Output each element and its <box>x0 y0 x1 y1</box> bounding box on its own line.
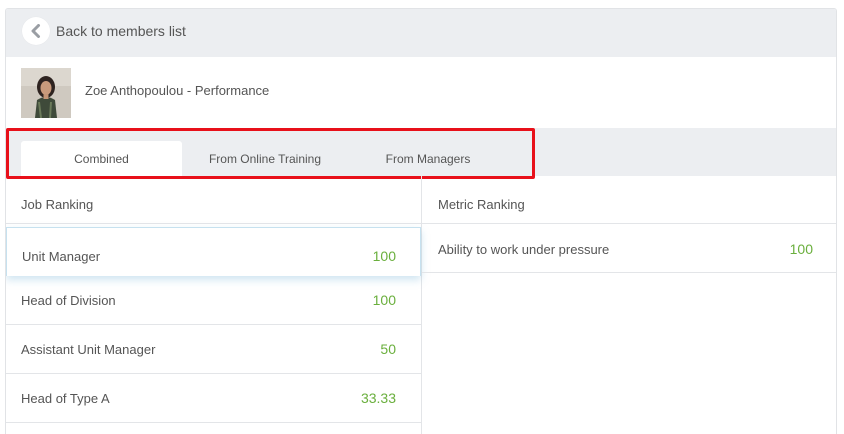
list-item[interactable]: Ability to work under pressure 100 <box>422 224 836 273</box>
back-label: Back to members list <box>56 23 186 39</box>
tab-combined[interactable]: Combined <box>21 141 182 176</box>
avatar <box>21 68 71 118</box>
metric-ranking-title: Metric Ranking <box>422 176 836 224</box>
job-name: Unit Manager <box>22 249 101 264</box>
list-item[interactable]: Head of Division 100 <box>6 276 421 325</box>
job-name: Head of Type A <box>21 391 110 406</box>
member-header: Zoe Anthopoulou - Performance <box>6 57 836 128</box>
job-score: 100 <box>372 292 396 308</box>
metric-ranking-column: Metric Ranking Ability to work under pre… <box>422 176 836 434</box>
job-score: 50 <box>380 341 396 357</box>
list-item[interactable]: Assistant Unit Manager 50 <box>6 325 421 374</box>
job-ranking-title: Job Ranking <box>6 176 421 224</box>
metric-ranking-list: Ability to work under pressure 100 <box>422 224 836 273</box>
metric-name: Ability to work under pressure <box>438 242 610 257</box>
tab-bar: Combined From Online Training From Manag… <box>6 128 836 179</box>
member-title: Zoe Anthopoulou - Performance <box>85 83 270 98</box>
performance-panel: Back to members list Zoe Anthopoulou - P… <box>5 8 837 434</box>
job-name: Assistant Unit Manager <box>21 342 156 357</box>
job-name: Head of Division <box>21 293 116 308</box>
job-ranking-column: Job Ranking Unit Manager 100 Head of Div… <box>6 176 422 434</box>
back-to-members-button[interactable]: Back to members list <box>22 17 186 45</box>
list-item[interactable]: Head of Type A 33.33 <box>6 374 421 423</box>
job-score: 33.33 <box>360 390 396 406</box>
tab-from-managers[interactable]: From Managers <box>358 141 498 176</box>
chevron-left-icon <box>22 17 50 45</box>
list-item[interactable]: Unit Manager 100 <box>6 227 421 276</box>
rankings: Job Ranking Unit Manager 100 Head of Div… <box>6 176 836 434</box>
job-score: 100 <box>372 248 396 264</box>
back-bar: Back to members list <box>6 9 836 57</box>
metric-score: 100 <box>789 241 813 257</box>
tab-from-online-training[interactable]: From Online Training <box>190 141 340 176</box>
job-ranking-list: Unit Manager 100 Head of Division 100 As… <box>6 227 421 423</box>
